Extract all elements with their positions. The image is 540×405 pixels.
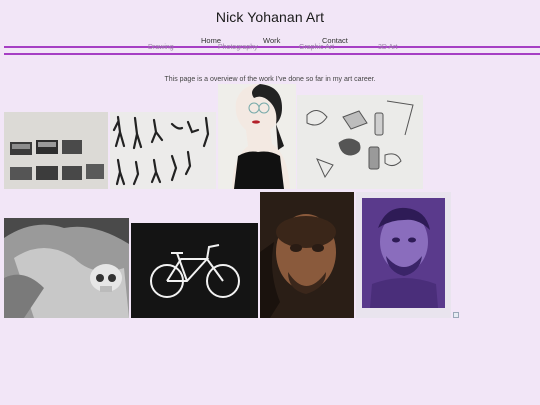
nav-divider-bottom [4,53,540,55]
subnav-3d-art[interactable]: 3D Art [378,44,397,51]
art-skull-drapery[interactable] [4,218,129,318]
art-photo-frames[interactable] [4,112,108,189]
art-man-portrait-dark[interactable] [260,192,354,318]
art-woman-portrait[interactable] [218,84,296,189]
intro-text: This page is a overview of the work I've… [164,76,376,83]
broken-image-icon [453,312,459,318]
art-still-life-objects[interactable] [297,95,423,189]
nav-divider-top [4,46,540,48]
subnav-drawing[interactable]: Drawing [148,44,174,51]
subnav-graphic-art[interactable]: Graphic Art [299,44,334,51]
site-title: Nick Yohanan Art [215,9,325,25]
art-bicycle[interactable] [131,223,258,318]
nav-work[interactable]: Work [263,36,280,45]
subnav-photography[interactable]: Photography [218,44,258,51]
art-man-portrait-purple[interactable] [356,192,451,318]
art-figure-sketches[interactable] [110,112,216,189]
